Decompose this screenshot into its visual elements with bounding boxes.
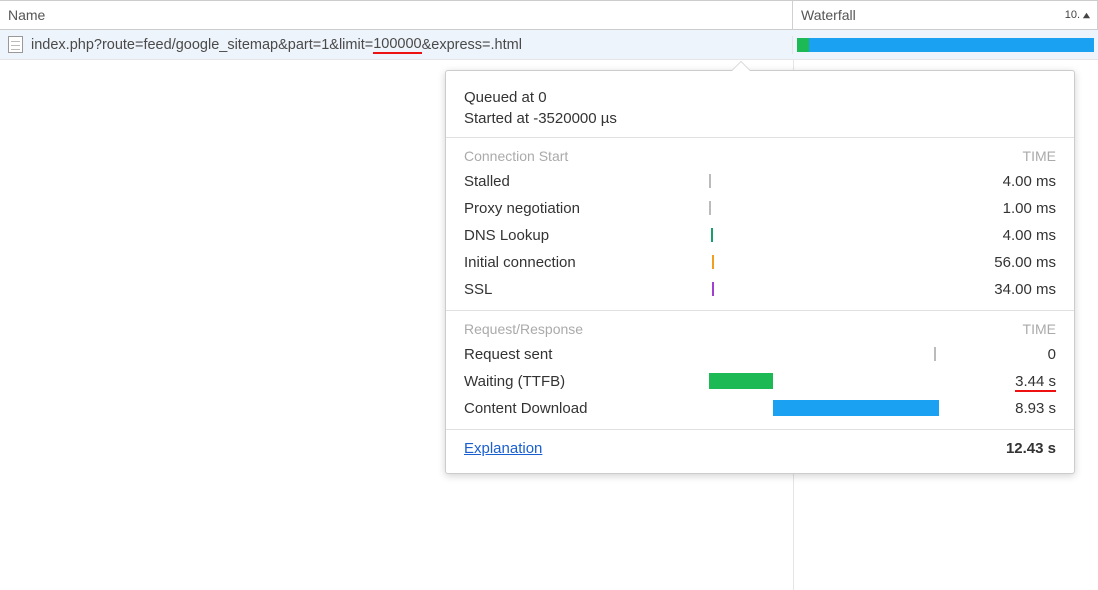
tooltip-footer: Explanation 12.43 s xyxy=(464,440,1056,457)
timing-row: SSL 34.00 ms xyxy=(464,278,1056,300)
timing-label: Stalled xyxy=(464,173,709,190)
column-header-name[interactable]: Name xyxy=(0,1,793,30)
timing-value: 1.00 ms xyxy=(939,200,1056,217)
timing-label: Content Download xyxy=(464,400,709,417)
timing-value-text: 3.44 s xyxy=(1015,373,1056,392)
timing-bar-area xyxy=(709,172,939,190)
tooltip-section-request-label: Request/Response xyxy=(464,321,583,337)
timing-bar xyxy=(773,400,939,416)
timing-label: Proxy negotiation xyxy=(464,200,709,217)
tooltip-separator xyxy=(446,429,1074,430)
timing-value: 4.00 ms xyxy=(939,227,1056,244)
timing-tooltip: Queued at 0 Started at -3520000 µs Conne… xyxy=(445,70,1075,474)
timing-row: Initial connection 56.00 ms xyxy=(464,251,1056,273)
timing-tick xyxy=(712,282,714,296)
timing-tick xyxy=(934,347,936,361)
tooltip-time-label: TIME xyxy=(1023,148,1056,164)
waterfall-bar xyxy=(797,38,1094,52)
tooltip-section-connection-label: Connection Start xyxy=(464,148,568,164)
waterfall-segment-waiting xyxy=(797,38,809,52)
timing-value: 4.00 ms xyxy=(939,173,1056,190)
timing-bar-area xyxy=(709,345,939,363)
timing-value: 8.93 s xyxy=(939,400,1056,417)
explanation-link[interactable]: Explanation xyxy=(464,440,542,457)
document-icon xyxy=(8,36,23,53)
timing-row: DNS Lookup 4.00 ms xyxy=(464,224,1056,246)
request-name-cell[interactable]: index.php?route=feed/google_sitemap&part… xyxy=(0,36,793,54)
table-header: Name Waterfall 10. xyxy=(0,0,1098,30)
timing-value: 0 xyxy=(939,346,1056,363)
timing-row: Proxy negotiation 1.00 ms xyxy=(464,197,1056,219)
sort-value: 10. xyxy=(1065,9,1080,21)
timing-tick xyxy=(709,174,711,188)
timing-label: Initial connection xyxy=(464,254,709,271)
tooltip-section-request: Request/Response TIME xyxy=(464,321,1056,337)
column-header-waterfall-label: Waterfall xyxy=(801,7,856,23)
request-url-highlight: 100000 xyxy=(373,36,421,54)
timing-label: DNS Lookup xyxy=(464,227,709,244)
timing-label: SSL xyxy=(464,281,709,298)
request-waterfall-cell[interactable] xyxy=(793,30,1098,59)
tooltip-started: Started at -3520000 µs xyxy=(464,110,1056,127)
timing-tick xyxy=(711,228,713,242)
tooltip-total: 12.43 s xyxy=(1006,440,1056,457)
timing-value: 3.44 s xyxy=(939,373,1056,390)
tooltip-section-connection: Connection Start TIME xyxy=(464,148,1056,164)
request-url-pre: index.php?route=feed/google_sitemap&part… xyxy=(31,37,373,53)
timing-value: 56.00 ms xyxy=(939,254,1056,271)
timing-label: Waiting (TTFB) xyxy=(464,373,709,390)
timing-bar-area xyxy=(709,226,939,244)
timing-tick xyxy=(709,201,711,215)
tooltip-separator xyxy=(446,310,1074,311)
tooltip-queued: Queued at 0 xyxy=(464,89,1056,106)
timing-bar-area xyxy=(709,280,939,298)
timing-row: Stalled 4.00 ms xyxy=(464,170,1056,192)
network-request-row[interactable]: index.php?route=feed/google_sitemap&part… xyxy=(0,30,1098,60)
timing-row: Request sent 0 xyxy=(464,343,1056,365)
timing-label: Request sent xyxy=(464,346,709,363)
column-header-name-label: Name xyxy=(8,7,45,23)
request-url-post: &express=.html xyxy=(422,37,522,53)
tooltip-separator xyxy=(446,137,1074,138)
timing-value: 34.00 ms xyxy=(939,281,1056,298)
timing-bar xyxy=(709,373,773,389)
sort-asc-icon xyxy=(1082,11,1091,20)
timing-bar-area xyxy=(709,253,939,271)
timing-row: Waiting (TTFB) 3.44 s xyxy=(464,370,1056,392)
timing-bar-area xyxy=(709,372,939,390)
sort-indicator: 10. xyxy=(1065,9,1091,21)
column-header-waterfall[interactable]: Waterfall 10. xyxy=(793,1,1098,30)
timing-tick xyxy=(712,255,714,269)
timing-bar-area xyxy=(709,399,939,417)
tooltip-time-label: TIME xyxy=(1023,321,1056,337)
timing-bar-area xyxy=(709,199,939,217)
waterfall-segment-download xyxy=(809,38,1094,52)
timing-row: Content Download 8.93 s xyxy=(464,397,1056,419)
